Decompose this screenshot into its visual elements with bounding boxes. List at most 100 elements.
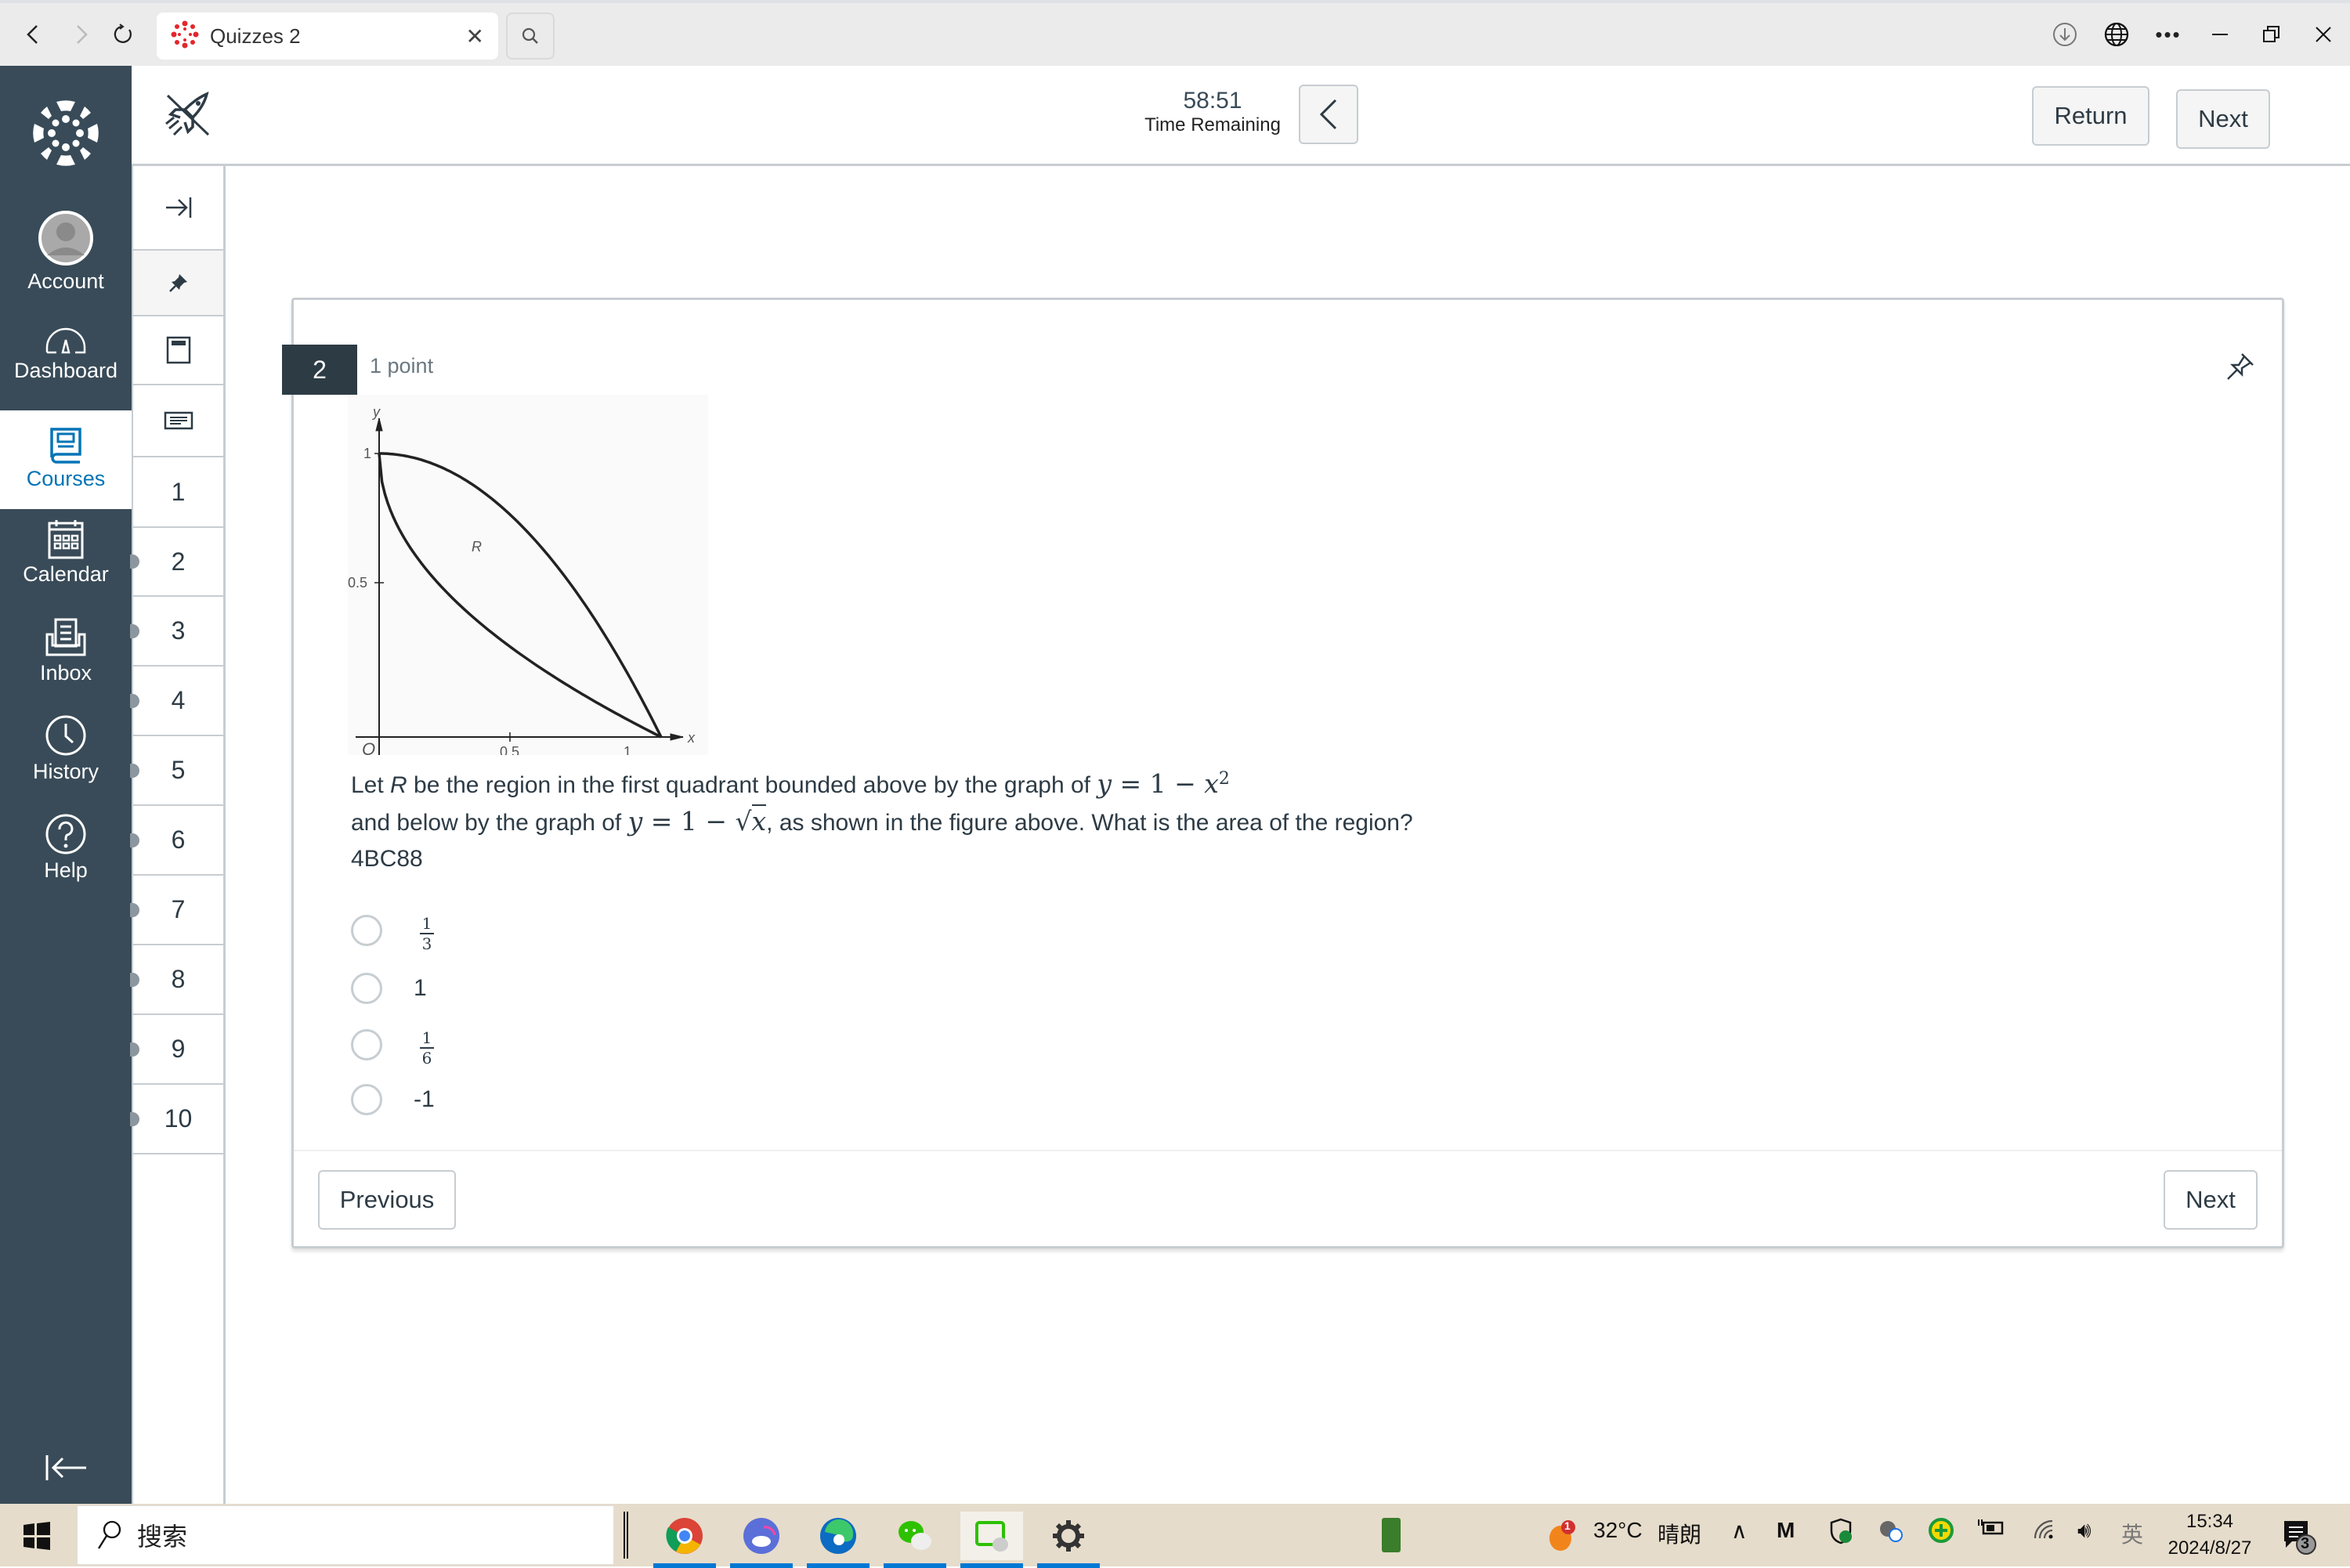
quiz-header: 58:51 Time Remaining Return Next [132, 66, 2350, 166]
card-divider [294, 1150, 2282, 1151]
collapse-nav-icon[interactable] [44, 1452, 88, 1483]
tray-plus-icon[interactable] [1929, 1518, 1954, 1548]
weather-icon[interactable]: 1 [1546, 1518, 1578, 1552]
question-link-8[interactable]: 8 [130, 945, 223, 1015]
gear-icon [1053, 1520, 1084, 1552]
canvas-logo-icon[interactable] [31, 99, 100, 168]
radio-button[interactable] [351, 915, 382, 946]
notification-center-icon[interactable]: 3 [2281, 1518, 2317, 1555]
question-link-9[interactable]: 9 [130, 1015, 223, 1085]
weather-badge: 1 [1564, 1519, 1571, 1532]
question-number: 5 [171, 756, 186, 784]
expand-sidebar-button[interactable] [133, 166, 223, 251]
nav-history[interactable]: History [0, 714, 132, 800]
pin-button[interactable] [133, 251, 223, 316]
question-number: 1 [171, 477, 186, 506]
y-axis-label: y [371, 404, 381, 420]
calculator-button[interactable] [133, 316, 223, 385]
nav-account[interactable]: Account [0, 210, 132, 296]
question-number: 2 [171, 547, 186, 576]
question-number: 3 [171, 616, 186, 645]
question-link-3[interactable]: 3 [130, 597, 223, 667]
tab-title: Quizzes 2 [210, 23, 301, 48]
taskbar-settings[interactable] [1037, 1512, 1100, 1568]
more-icon[interactable]: ••• [2151, 17, 2186, 52]
answer-choice[interactable]: -1 [351, 1084, 435, 1115]
minimize-icon[interactable] [2203, 17, 2237, 52]
volume-icon[interactable]: 🔊︎ [2077, 1518, 2092, 1544]
previous-button[interactable]: Previous [318, 1170, 456, 1230]
taskbar-wechat-files[interactable] [960, 1512, 1023, 1568]
windows-taskbar: 搜索 1 32°C 晴朗 ∧ M 🔊︎ 英 15:34 2024/8/27 3 [0, 1504, 2350, 1568]
radio-button[interactable] [351, 1029, 382, 1060]
answer-choice[interactable]: 16 [351, 1023, 434, 1067]
battery-icon[interactable] [1977, 1518, 2005, 1544]
answer-choice[interactable]: 1 [351, 973, 427, 1004]
nav-dashboard[interactable]: Dashboard [0, 324, 132, 403]
onedrive-sync-icon[interactable] [1878, 1518, 1904, 1548]
question-link-5[interactable]: 5 [130, 736, 223, 806]
back-icon[interactable] [16, 17, 50, 52]
notes-button[interactable] [133, 385, 223, 457]
collapse-timer-button[interactable] [1299, 85, 1358, 144]
tray-app-icon[interactable]: M [1777, 1518, 1795, 1543]
globe-icon[interactable] [2099, 17, 2134, 52]
question-link-10[interactable]: 10 [130, 1085, 223, 1154]
wechat-files-icon [975, 1521, 1008, 1552]
nav-calendar[interactable]: Calendar [0, 518, 132, 605]
tab-search-button[interactable] [506, 13, 555, 60]
choice-label: -1 [414, 1086, 435, 1112]
answered-indicator [130, 1111, 139, 1126]
close-tab-icon[interactable]: ✕ [466, 23, 484, 49]
answered-indicator [130, 763, 139, 778]
header-next-button[interactable]: Next [2176, 89, 2270, 149]
answered-indicator [130, 623, 139, 638]
question-line-2: and below by the graph of y = 1 − √x, as… [351, 804, 1413, 836]
weather-desc[interactable]: 晴朗 [1658, 1518, 1701, 1549]
x-axis-label: x [687, 730, 696, 746]
question-number-badge: 2 [282, 345, 357, 395]
question-link-1[interactable]: 1 [133, 457, 223, 528]
refresh-icon[interactable] [107, 17, 141, 52]
wifi-icon[interactable] [2032, 1518, 2055, 1547]
next-button[interactable]: Next [2164, 1170, 2258, 1230]
nav-courses[interactable]: Courses [0, 410, 132, 509]
question-link-6[interactable]: 6 [130, 806, 223, 876]
choice-label: 16 [414, 1023, 434, 1067]
ime-indicator[interactable]: 英 [2121, 1518, 2143, 1549]
forward-icon[interactable] [64, 17, 99, 52]
radio-button[interactable] [351, 1084, 382, 1115]
dashboard-icon [45, 327, 86, 354]
clock[interactable]: 15:34 2024/8/27 [2160, 1508, 2259, 1562]
return-button[interactable]: Return [2032, 86, 2149, 146]
nav-inbox[interactable]: Inbox [0, 617, 132, 703]
question-link-2[interactable]: 2 [130, 528, 223, 597]
taskbar-edge[interactable] [807, 1512, 870, 1568]
weather-temp[interactable]: 32°C [1593, 1518, 1643, 1543]
flag-question-pin-icon[interactable] [2225, 351, 2256, 382]
question-link-4[interactable]: 4 [130, 667, 223, 736]
question-link-7[interactable]: 7 [130, 876, 223, 945]
taskbar-cloud-app[interactable] [730, 1512, 793, 1568]
canvas-logo-icon [171, 20, 199, 52]
close-window-icon[interactable] [2306, 17, 2341, 52]
usb-device-icon[interactable] [1382, 1518, 1401, 1552]
taskbar-search[interactable]: 搜索 [77, 1505, 614, 1565]
browser-tab[interactable]: Quizzes 2 ✕ [157, 13, 498, 60]
calculator-icon [166, 336, 190, 364]
nav-help[interactable]: Help [0, 813, 132, 899]
taskbar-chrome[interactable] [653, 1512, 716, 1568]
question-figure: y x O 1 0.5 0.5 1 R [348, 395, 708, 771]
windows-start-icon[interactable] [22, 1521, 52, 1551]
answer-choice[interactable]: 13 [351, 909, 434, 952]
show-hidden-icons-chevron-up-icon[interactable]: ∧ [1731, 1518, 1748, 1544]
answered-indicator [130, 1042, 139, 1057]
restore-icon[interactable] [2254, 17, 2289, 52]
time-remaining-value: 58:51 [1183, 88, 1242, 114]
y-axis-arrow [375, 417, 383, 432]
security-shield-icon[interactable] [1828, 1518, 1853, 1550]
download-icon[interactable] [2048, 17, 2082, 52]
rocket-icon [163, 89, 213, 139]
radio-button[interactable] [351, 973, 382, 1004]
taskbar-wechat[interactable] [884, 1512, 946, 1568]
